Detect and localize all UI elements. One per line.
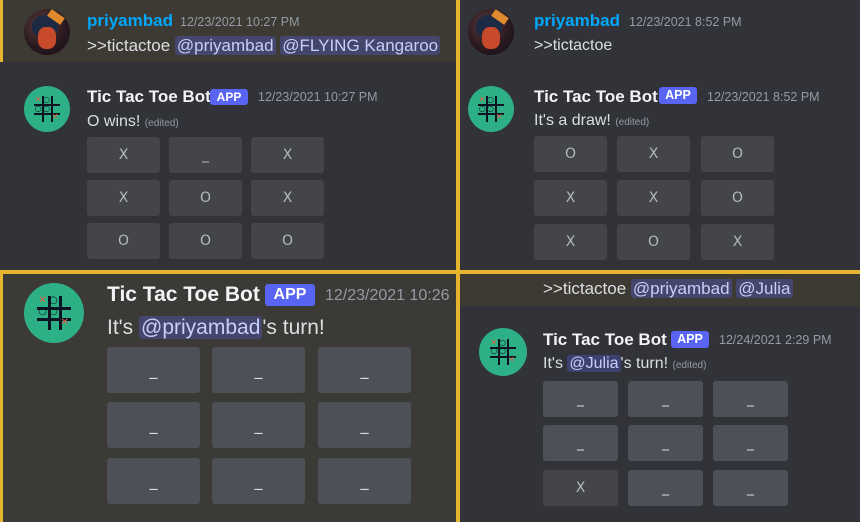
mention[interactable]: @priyambad [174, 36, 276, 55]
command-message: >>tictactoe @priyambad @Julia [543, 279, 793, 299]
panel-julia-turn: >>tictactoe @priyambad @Julia ✕ ○ ○ ○ ✕ … [460, 274, 860, 522]
timestamp: 12/23/2021 10:26 [325, 287, 450, 304]
board-cell-8[interactable]: _ [212, 458, 305, 504]
timestamp: 12/23/2021 8:52 PM [707, 90, 820, 104]
panel-draw: priyambad 12/23/2021 8:52 PM >>tictactoe… [460, 0, 860, 270]
bot-avatar-icon[interactable]: ✕ ○ ○ ○ ✕ [24, 86, 70, 132]
board-cell-5[interactable]: _ [628, 425, 703, 461]
message-text: It's [543, 355, 568, 372]
command-message: >>tictactoe [534, 37, 613, 54]
board-cell-7[interactable]: X [534, 224, 607, 260]
board-cell-5[interactable]: O [169, 180, 242, 216]
board-cell-4[interactable]: _ [107, 402, 200, 448]
bot-message: It's @Julia's turn! (edited) [543, 355, 706, 373]
bot-avatar-icon[interactable]: ✕ ○ ○ ○ ✕ [468, 86, 514, 132]
message-text: It's [107, 316, 140, 339]
board-cell-9[interactable]: _ [713, 470, 788, 506]
board-cell-6[interactable]: _ [713, 425, 788, 461]
app-badge: APP [210, 89, 248, 105]
board-cell-1[interactable]: _ [107, 347, 200, 393]
board-cell-9[interactable]: O [251, 223, 324, 259]
bot-message: O wins! (edited) [87, 113, 179, 131]
bot-name[interactable]: Tic Tac Toe Bot [543, 330, 667, 350]
bot-avatar-icon[interactable]: ✕ ○ ○ ○ ✕ [24, 283, 84, 343]
bot-avatar-icon[interactable]: ✕ ○ ○ ○ ✕ [479, 328, 527, 376]
timestamp: 12/23/2021 10:27 PM [258, 90, 378, 104]
board-cell-8[interactable]: O [169, 223, 242, 259]
board-cell-7[interactable]: X [543, 470, 618, 506]
edited-tag: (edited) [615, 117, 650, 128]
board-cell-4[interactable]: _ [543, 425, 618, 461]
timestamp: 12/23/2021 8:52 PM [629, 15, 742, 29]
message-text: It's a draw! [534, 112, 611, 129]
board-cell-3[interactable]: _ [318, 347, 411, 393]
mention[interactable]: @Julia [567, 355, 621, 372]
board-cell-3[interactable]: O [701, 136, 774, 172]
board-cell-3[interactable]: X [251, 137, 324, 173]
message-text: O wins! [87, 113, 141, 130]
edited-tag: (edited) [672, 360, 707, 371]
app-badge: APP [671, 331, 709, 348]
board-cell-9[interactable]: X [701, 224, 774, 260]
timestamp: 12/24/2021 2:29 PM [719, 333, 832, 347]
board-cell-6[interactable]: _ [318, 402, 411, 448]
board-cell-2[interactable]: _ [628, 381, 703, 417]
mention[interactable]: @FLYING Kangaroo [280, 36, 441, 55]
message-text: 's turn! [620, 355, 669, 372]
user-avatar[interactable] [24, 9, 70, 55]
bot-name[interactable]: Tic Tac Toe Bot [87, 87, 211, 107]
board-cell-7[interactable]: O [87, 223, 160, 259]
mention[interactable]: @priyambad [139, 316, 263, 339]
board-cell-1[interactable]: O [534, 136, 607, 172]
board-cell-2[interactable]: _ [212, 347, 305, 393]
app-badge: APP [265, 284, 315, 306]
board-cell-2[interactable]: X [617, 136, 690, 172]
mention[interactable]: @priyambad [630, 279, 732, 298]
board-cell-5[interactable]: X [617, 180, 690, 216]
user-avatar[interactable] [468, 9, 514, 55]
board-cell-6[interactable]: O [701, 180, 774, 216]
command-text: >>tictactoe [87, 36, 171, 55]
timestamp: 12/23/2021 10:27 PM [180, 15, 300, 29]
board-cell-1[interactable]: X [87, 137, 160, 173]
app-badge: APP [659, 87, 697, 104]
board-cell-9[interactable]: _ [318, 458, 411, 504]
bot-message: It's a draw! (edited) [534, 112, 649, 130]
board-cell-4[interactable]: X [87, 180, 160, 216]
board-cell-5[interactable]: _ [212, 402, 305, 448]
bot-name[interactable]: Tic Tac Toe Bot [107, 283, 260, 307]
board-cell-2[interactable]: _ [169, 137, 242, 173]
bot-name[interactable]: Tic Tac Toe Bot [534, 87, 658, 107]
board-cell-8[interactable]: O [617, 224, 690, 260]
panel-o-wins: priyambad 12/23/2021 10:27 PM >>tictacto… [0, 0, 456, 270]
mention[interactable]: @Julia [736, 279, 793, 298]
board-cell-3[interactable]: _ [713, 381, 788, 417]
board-cell-8[interactable]: _ [628, 470, 703, 506]
command-text: >>tictactoe [543, 279, 627, 298]
board-cell-6[interactable]: X [251, 180, 324, 216]
board-cell-4[interactable]: X [534, 180, 607, 216]
panel-priyambad-turn: ✕ ○ ○ ○ ✕ Tic Tac Toe Bot APP 12/23/2021… [0, 274, 456, 522]
edited-tag: (edited) [144, 118, 179, 129]
board-cell-7[interactable]: _ [107, 458, 200, 504]
username[interactable]: priyambad [534, 11, 620, 31]
board-cell-1[interactable]: _ [543, 381, 618, 417]
command-message: >>tictactoe @priyambad @FLYING Kangaroo [87, 36, 441, 56]
bot-message: It's @priyambad's turn! [107, 316, 325, 340]
message-text: 's turn! [262, 316, 325, 339]
username[interactable]: priyambad [87, 11, 173, 31]
